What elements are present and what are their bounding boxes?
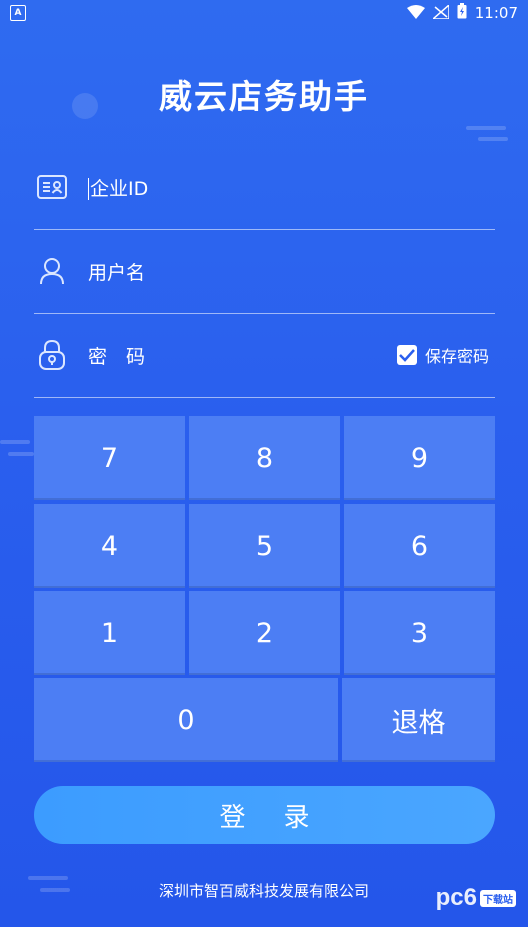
username-placeholder: 用户名 — [88, 261, 146, 284]
id-card-icon — [36, 171, 68, 203]
lock-icon — [36, 339, 68, 371]
password-field[interactable]: 密 码 保存密码 — [34, 313, 495, 398]
text-cursor — [88, 178, 89, 200]
decor-cloud-line — [478, 137, 508, 141]
key-5[interactable]: 5 — [189, 504, 340, 588]
key-1[interactable]: 1 — [34, 591, 185, 675]
login-button[interactable]: 登录 — [34, 786, 495, 844]
key-6[interactable]: 6 — [344, 504, 495, 588]
battery-icon — [457, 3, 467, 23]
save-password-toggle[interactable]: 保存密码 — [396, 343, 489, 367]
user-icon — [36, 255, 68, 287]
signal-icon — [430, 2, 450, 23]
wifi-icon — [406, 4, 425, 23]
backspace-key[interactable]: 退格 — [342, 678, 495, 762]
key-9[interactable]: 9 — [344, 416, 495, 500]
app-title: 威云店务助手 — [159, 77, 369, 116]
key-2[interactable]: 2 — [189, 591, 340, 675]
checkbox-checked-icon[interactable] — [396, 345, 417, 365]
username-field[interactable]: 用户名 — [34, 229, 495, 314]
key-8[interactable]: 8 — [189, 416, 340, 500]
decor-cloud-line — [0, 440, 30, 444]
decor-cloud-line — [8, 452, 34, 456]
enterprise-id-field[interactable]: 企业ID — [34, 145, 495, 230]
enterprise-id-placeholder: 企业ID — [90, 177, 149, 200]
decor-cloud-line — [466, 126, 506, 130]
password-placeholder: 密 码 — [88, 345, 146, 368]
app-notification-icon: A — [10, 5, 26, 21]
key-4[interactable]: 4 — [34, 504, 185, 588]
key-0[interactable]: 0 — [34, 678, 338, 762]
save-password-label: 保存密码 — [424, 347, 489, 366]
status-time: 11:07 — [474, 4, 518, 22]
key-7[interactable]: 7 — [34, 416, 185, 500]
watermark-text: pc6 — [435, 884, 477, 911]
watermark-logo: pc6 下载站 — [436, 884, 516, 912]
status-bar: A 11:07 — [0, 0, 528, 26]
key-3[interactable]: 3 — [344, 591, 495, 675]
watermark-badge: 下载站 — [480, 889, 516, 907]
